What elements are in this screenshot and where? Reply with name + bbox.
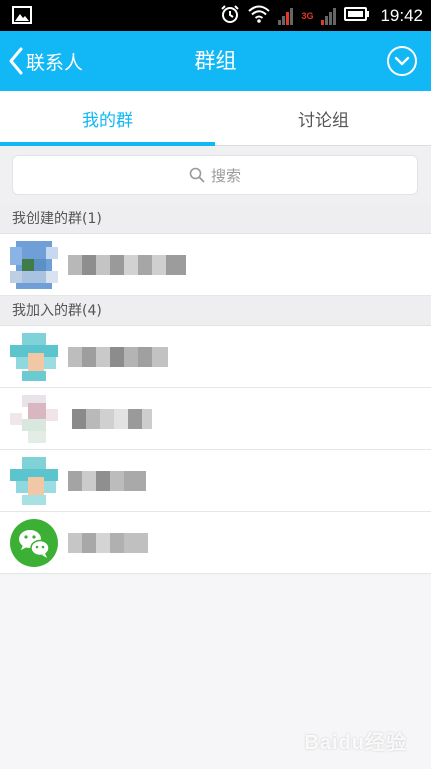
search-icon bbox=[189, 167, 205, 183]
group-name-blurred bbox=[68, 533, 148, 553]
group-avatar bbox=[10, 395, 58, 443]
section-header-created[interactable]: 我创建的群(1) bbox=[0, 204, 431, 234]
status-bar: 3G 19:42 bbox=[0, 0, 431, 31]
back-button[interactable]: 联系人 bbox=[8, 31, 83, 91]
signal-icon-secondary bbox=[321, 7, 337, 25]
group-avatar bbox=[10, 333, 58, 381]
group-row[interactable] bbox=[0, 388, 431, 450]
title-bar: 联系人 群组 bbox=[0, 31, 431, 91]
list-empty-area: Baidu经验 bbox=[0, 576, 431, 769]
more-menu-button[interactable] bbox=[387, 46, 417, 76]
group-row[interactable] bbox=[0, 326, 431, 388]
signal-icon bbox=[278, 7, 294, 25]
tab-my-groups[interactable]: 我的群 bbox=[0, 91, 215, 146]
tab-bar: 我的群 讨论组 bbox=[0, 91, 431, 146]
chevron-down-icon bbox=[394, 56, 410, 66]
battery-icon bbox=[344, 6, 370, 26]
search-input[interactable]: 搜索 bbox=[12, 155, 418, 195]
search-placeholder: 搜索 bbox=[210, 166, 241, 185]
network-type-label: 3G bbox=[301, 10, 314, 21]
alarm-icon bbox=[220, 4, 240, 28]
group-name-blurred bbox=[68, 255, 186, 275]
clock: 19:42 bbox=[380, 6, 423, 25]
search-area: 搜索 bbox=[0, 146, 431, 204]
wifi-icon bbox=[248, 5, 271, 27]
group-row[interactable] bbox=[0, 234, 431, 296]
group-name-blurred bbox=[68, 471, 146, 491]
group-row[interactable] bbox=[0, 512, 431, 574]
section-header-joined[interactable]: 我加入的群(4) bbox=[0, 296, 431, 326]
group-name-blurred bbox=[68, 347, 168, 367]
wechat-logo-icon bbox=[10, 519, 58, 567]
group-row[interactable] bbox=[0, 450, 431, 512]
status-icons: 3G 19:42 bbox=[220, 4, 423, 28]
group-avatar bbox=[10, 241, 58, 289]
image-icon bbox=[12, 6, 32, 24]
chevron-left-icon bbox=[9, 47, 23, 75]
tab-discussion-groups[interactable]: 讨论组 bbox=[216, 91, 431, 146]
group-avatar bbox=[10, 457, 58, 505]
watermark: Baidu经验 bbox=[304, 732, 407, 754]
group-name-blurred bbox=[72, 409, 152, 429]
back-label: 联系人 bbox=[26, 51, 84, 74]
